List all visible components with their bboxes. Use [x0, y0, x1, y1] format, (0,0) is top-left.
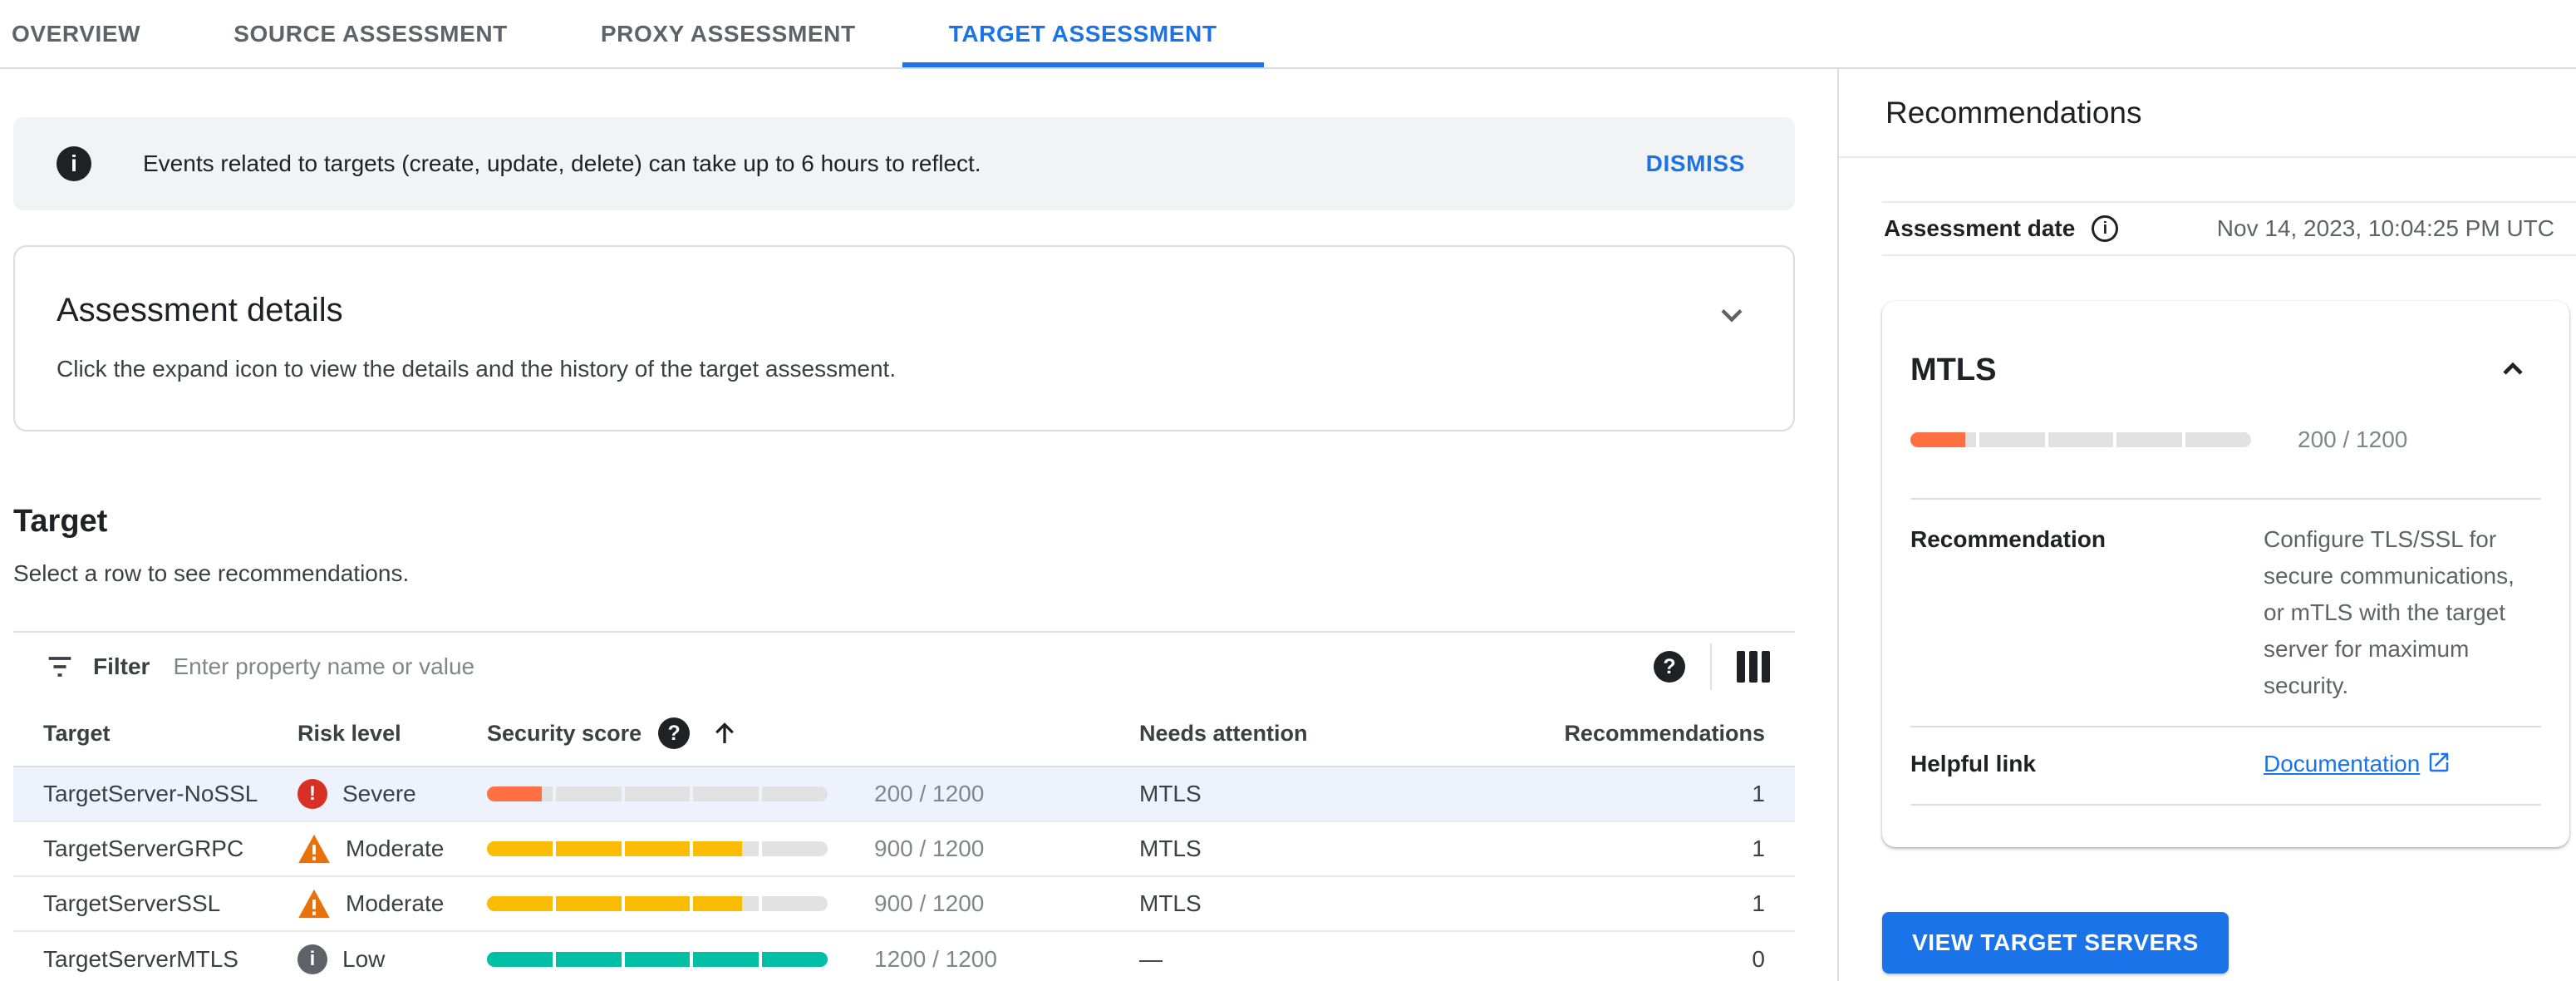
col-security-score[interactable]: Security score ? [487, 717, 1139, 749]
recommendation-card-title: MTLS [1910, 352, 1997, 387]
warning-icon [297, 889, 331, 919]
content: i Events related to targets (create, upd… [0, 69, 2576, 981]
toolbar-divider [1710, 643, 1712, 690]
documentation-link[interactable]: Documentation [2264, 751, 2420, 776]
score-bar [487, 952, 828, 967]
helpful-link-row: Helpful link Documentation [1910, 727, 2541, 806]
help-icon[interactable]: ? [1654, 651, 1685, 683]
assessment-date-row: Assessment date i Nov 14, 2023, 10:04:25… [1882, 201, 2576, 256]
chevron-up-icon[interactable] [2496, 352, 2529, 388]
sort-ascending-icon[interactable] [710, 718, 740, 748]
tab-proxy-assessment[interactable]: PROXY ASSESSMENT [554, 0, 902, 67]
banner-message: Events related to targets (create, updat… [143, 150, 981, 176]
score-bar [487, 896, 828, 911]
tab-target-assessment[interactable]: TARGET ASSESSMENT [902, 0, 1264, 67]
filter-icon [43, 650, 76, 683]
score-bar [487, 786, 828, 801]
table-row[interactable]: TargetServerGRPC Moderate 900 / 1200 MTL… [13, 822, 1795, 877]
table-row[interactable]: TargetServer-NoSSL ! Severe 200 / 1200 M… [13, 767, 1795, 822]
target-assessment-page: OVERVIEW SOURCE ASSESSMENT PROXY ASSESSM… [0, 0, 2576, 981]
filter-input[interactable] [173, 653, 1654, 680]
table-header: Target Risk level Security score ? Needs… [13, 701, 1795, 767]
filter-label: Filter [93, 653, 150, 679]
col-target: Target [43, 720, 111, 746]
table-row[interactable]: TargetServerSSL Moderate 900 / 1200 MTLS… [13, 877, 1795, 932]
info-icon: i [57, 146, 91, 181]
view-target-servers-button[interactable]: VIEW TARGET SERVERS [1882, 912, 2229, 974]
chevron-down-icon[interactable] [1713, 297, 1750, 336]
assessment-date-value: Nov 14, 2023, 10:04:25 PM UTC [2216, 215, 2554, 241]
error-icon: ! [297, 779, 327, 809]
main-column: i Events related to targets (create, upd… [0, 69, 1837, 981]
tab-source-assessment[interactable]: SOURCE ASSESSMENT [187, 0, 554, 67]
target-section-title: Target [13, 504, 108, 539]
score-bar [487, 841, 828, 856]
score-bar [1910, 432, 2251, 447]
col-risk-level: Risk level [297, 720, 401, 746]
dismiss-button[interactable]: DISMISS [1646, 150, 1745, 177]
tab-overview[interactable]: OVERVIEW [0, 0, 187, 67]
score-help-icon[interactable]: ? [658, 717, 691, 749]
columns-icon[interactable] [1737, 651, 1778, 683]
recommendation-card: MTLS 200 / 1200 Recommendation Configure… [1882, 301, 2569, 847]
info-banner: i Events related to targets (create, upd… [13, 117, 1795, 210]
recommendations-panel: Recommendations Assessment date i Nov 14… [1837, 69, 2576, 981]
assessment-details-card: Assessment details Click the expand icon… [13, 245, 1795, 431]
tab-bar: OVERVIEW SOURCE ASSESSMENT PROXY ASSESSM… [0, 0, 2576, 69]
card-score-text: 200 / 1200 [2298, 426, 2408, 452]
targets-table: Filter ? Target Risk level Security scor… [13, 631, 1795, 981]
col-recommendations: Recommendations [1564, 720, 1765, 746]
info-outline-icon[interactable]: i [2092, 215, 2119, 242]
assessment-details-subtitle: Click the expand icon to view the detail… [57, 356, 897, 382]
assessment-date-label: Assessment date [1884, 215, 2076, 241]
info-icon: i [297, 944, 327, 974]
assessment-details-title: Assessment details [57, 292, 343, 328]
recommendations-title: Recommendations [1885, 96, 2142, 130]
target-section-subtitle: Select a row to see recommendations. [13, 560, 410, 586]
external-link-icon [2426, 749, 2451, 786]
filter-toolbar: Filter ? [13, 631, 1795, 701]
panel-header: Recommendations [1839, 69, 2576, 158]
recommendation-row: Recommendation Configure TLS/SSL for sec… [1910, 500, 2541, 727]
warning-icon [297, 834, 331, 864]
col-needs-attention: Needs attention [1139, 720, 1308, 746]
table-row[interactable]: TargetServerMTLS i Low 1200 / 1200 — 0 [13, 932, 1795, 981]
